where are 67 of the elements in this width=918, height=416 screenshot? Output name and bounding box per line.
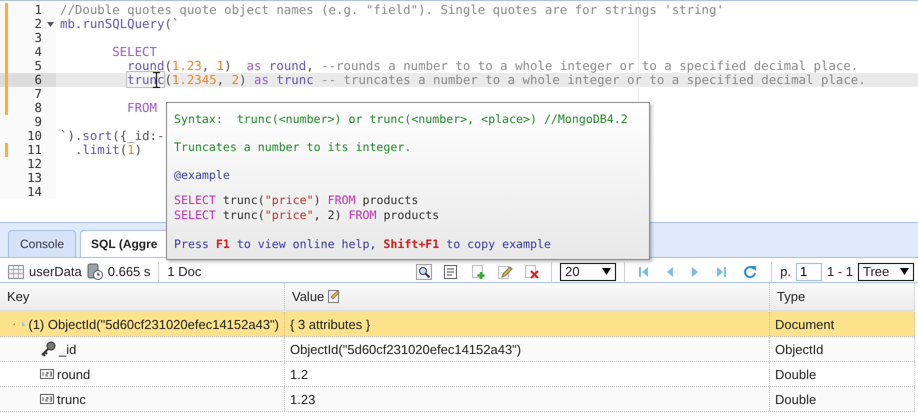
code-token: 2: [232, 72, 240, 87]
line-number: 6: [34, 73, 43, 87]
tooltip-line: Syntax: trunc(<number>) or trunc(<number>, <place>) //MongoDB4.2: [174, 112, 628, 127]
code-token: ,: [306, 58, 315, 73]
tooltip-line: @example: [174, 168, 230, 183]
collection-name: userData: [29, 264, 82, 279]
type-text: Double: [775, 366, 816, 382]
value-text: 1.2: [290, 366, 308, 382]
code-token: ,: [216, 72, 226, 87]
code-token: 1.23: [172, 58, 202, 73]
code-token: //Double quotes quote object names (e.g. "field"). Single quotes are for strings 'string': [60, 2, 724, 17]
code-token: ): [239, 72, 248, 87]
code-token: 1: [216, 58, 224, 73]
line-number: 1: [34, 3, 43, 17]
code-token: -- truncates a number to a whole integer or to a specified decimal place.: [320, 72, 866, 87]
code-token: trunc: [275, 72, 314, 87]
tooltip-line: SELECT trunc("price", 2) FROM products: [174, 208, 440, 223]
value-text: { 3 attributes }: [290, 316, 370, 332]
code-token: sort: [82, 128, 112, 143]
code-token: (: [164, 58, 172, 73]
code-token: (: [164, 72, 172, 87]
code-token: `: [172, 16, 180, 31]
key-text: (1) ObjectId("5d60cf231020efec14152a43"): [28, 316, 279, 332]
line-number: 3: [34, 31, 43, 45]
line-number: 12: [27, 157, 43, 171]
query-time: 0.665 s: [108, 264, 150, 279]
key-text: trunc: [57, 392, 86, 406]
code-token: round: [268, 58, 306, 73]
code-token: 1: [127, 142, 135, 157]
type-text: Document: [775, 316, 834, 332]
code-token: `).: [60, 128, 82, 143]
code-token: SELECT: [112, 44, 157, 59]
type-text: ObjectId: [775, 342, 824, 356]
code-token: (: [120, 142, 128, 157]
result-range: 1 - 1: [826, 264, 853, 279]
document-count: 1 Doc: [167, 264, 202, 279]
code-token: FROM: [127, 100, 157, 115]
line-number: 10: [27, 129, 43, 143]
line-number: 14: [27, 185, 43, 199]
line-number: 7: [34, 87, 43, 101]
line-number: 13: [27, 171, 43, 185]
code-token: 1.2345: [172, 72, 217, 87]
code-token: limit: [82, 142, 120, 157]
value-text: ObjectId("5d60cf231020efec14152a43"): [290, 342, 522, 356]
line-number: 8: [34, 101, 43, 115]
line-number: 4: [34, 45, 43, 59]
tooltip-line: Truncates a number to its integer.: [174, 140, 412, 155]
code-token: ({_id:-: [112, 128, 164, 143]
code-token: ): [224, 58, 232, 73]
key-text: round: [57, 366, 90, 382]
line-number: 5: [34, 59, 43, 73]
key-text: _id: [59, 342, 76, 356]
page-label: p.: [780, 264, 791, 279]
code-token: as: [254, 72, 269, 87]
line-number: 2: [34, 17, 43, 31]
code-token: --rounds a number to to a whole integer or to a specified decimal place.: [321, 58, 858, 73]
code-token: mb.runSQLQuery(: [60, 16, 172, 31]
value-text: 1.23: [290, 392, 316, 406]
code-token: as: [246, 58, 262, 73]
code-token: ): [134, 142, 142, 157]
tooltip-line: SELECT trunc("price") FROM products: [174, 193, 418, 208]
type-text: Double: [775, 392, 816, 406]
code-token: ,: [202, 58, 210, 73]
line-number: 9: [34, 115, 43, 129]
code-token: round: [127, 58, 164, 73]
line-number: 11: [27, 143, 43, 157]
code-token: .: [74, 142, 82, 157]
